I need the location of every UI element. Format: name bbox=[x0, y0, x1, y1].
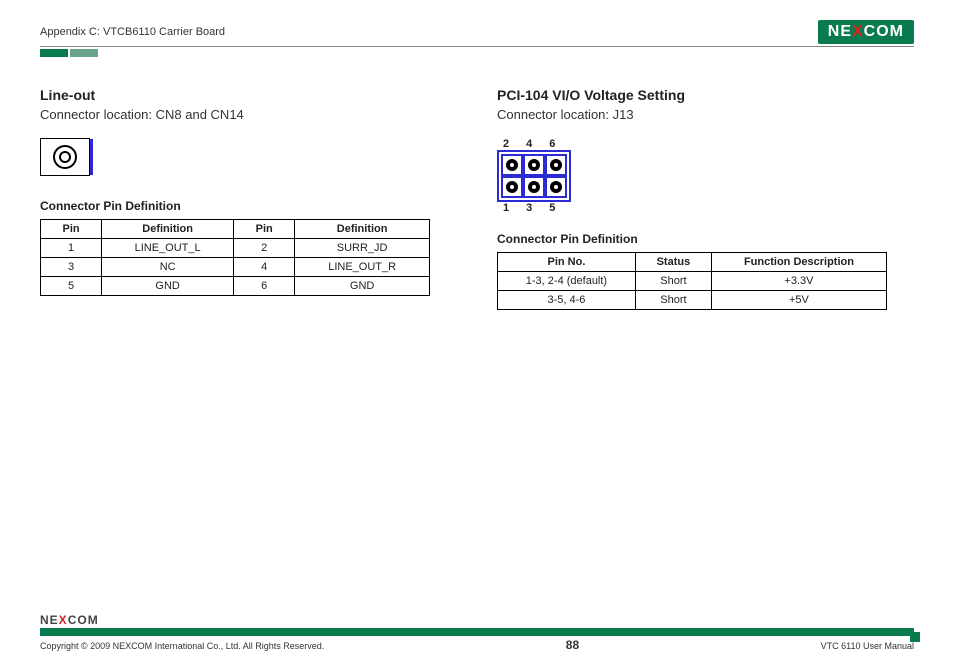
cell: SURR_JD bbox=[295, 239, 430, 258]
footer-bar bbox=[40, 628, 914, 636]
nexcom-logo-top: NEXCOM bbox=[818, 20, 914, 44]
table-row: 5 GND 6 GND bbox=[41, 277, 430, 296]
pin-label: 4 bbox=[526, 138, 532, 150]
logo-ne: NE bbox=[40, 613, 59, 627]
cell: 3-5, 4-6 bbox=[498, 291, 636, 310]
logo-com: COM bbox=[864, 23, 904, 40]
voltage-location: Connector location: J13 bbox=[497, 107, 914, 122]
cell: LINE_OUT_L bbox=[102, 239, 234, 258]
pin-label: 2 bbox=[503, 138, 509, 150]
pin-label: 1 bbox=[503, 202, 509, 214]
jumper-pin-icon bbox=[550, 181, 562, 193]
copyright-text: Copyright © 2009 NEXCOM International Co… bbox=[40, 641, 324, 651]
pin-label: 3 bbox=[526, 202, 532, 214]
voltage-pin-table: Pin No. Status Function Description 1-3,… bbox=[497, 252, 887, 310]
logo-ne: NE bbox=[828, 23, 852, 40]
col-pin: Pin bbox=[41, 220, 102, 239]
line-out-location: Connector location: CN8 and CN14 bbox=[40, 107, 457, 122]
cell: Short bbox=[635, 291, 711, 310]
table-header-row: Pin No. Status Function Description bbox=[498, 253, 887, 272]
logo-x: X bbox=[59, 613, 68, 627]
col-pinno: Pin No. bbox=[498, 253, 636, 272]
col-status: Status bbox=[635, 253, 711, 272]
col-def: Definition bbox=[295, 220, 430, 239]
col-func: Function Description bbox=[711, 253, 886, 272]
jumper-pin-icon bbox=[550, 159, 562, 171]
cell: 1-3, 2-4 (default) bbox=[498, 272, 636, 291]
line-out-section: Line-out Connector location: CN8 and CN1… bbox=[40, 87, 457, 310]
line-out-pin-table: Pin Definition Pin Definition 1 LINE_OUT… bbox=[40, 219, 430, 296]
table-header-row: Pin Definition Pin Definition bbox=[41, 220, 430, 239]
line-out-title: Line-out bbox=[40, 87, 457, 103]
table-row: 3 NC 4 LINE_OUT_R bbox=[41, 258, 430, 277]
cell: Short bbox=[635, 272, 711, 291]
manual-name: VTC 6110 User Manual bbox=[821, 641, 914, 651]
header-tab-decor bbox=[40, 49, 914, 57]
cell: +5V bbox=[711, 291, 886, 310]
col-def: Definition bbox=[102, 220, 234, 239]
cell: NC bbox=[102, 258, 234, 277]
table-row: 3-5, 4-6 Short +5V bbox=[498, 291, 887, 310]
nexcom-logo-footer: NEXCOM bbox=[40, 613, 914, 627]
logo-x: X bbox=[852, 23, 864, 40]
table-row: 1-3, 2-4 (default) Short +3.3V bbox=[498, 272, 887, 291]
cell: GND bbox=[295, 277, 430, 296]
cell: +3.3V bbox=[711, 272, 886, 291]
line-out-table-caption: Connector Pin Definition bbox=[40, 199, 457, 213]
cell: 6 bbox=[234, 277, 295, 296]
jumper-pin-icon bbox=[506, 159, 518, 171]
cell: LINE_OUT_R bbox=[295, 258, 430, 277]
jumper-pin-icon bbox=[506, 181, 518, 193]
pin-label: 5 bbox=[549, 202, 555, 214]
cell: 1 bbox=[41, 239, 102, 258]
cell: 4 bbox=[234, 258, 295, 277]
jumper-pin-icon bbox=[528, 159, 540, 171]
jumper-pin-icon bbox=[528, 181, 540, 193]
logo-com: COM bbox=[68, 613, 99, 627]
cell: 2 bbox=[234, 239, 295, 258]
voltage-table-caption: Connector Pin Definition bbox=[497, 232, 914, 246]
line-out-connector-icon bbox=[40, 138, 90, 176]
appendix-title: Appendix C: VTCB6110 Carrier Board bbox=[40, 26, 225, 38]
voltage-title: PCI-104 VI/O Voltage Setting bbox=[497, 87, 914, 103]
pin-label: 6 bbox=[549, 138, 555, 150]
page-number: 88 bbox=[566, 638, 579, 652]
col-pin: Pin bbox=[234, 220, 295, 239]
cell: 3 bbox=[41, 258, 102, 277]
voltage-section: PCI-104 VI/O Voltage Setting Connector l… bbox=[497, 87, 914, 310]
cell: 5 bbox=[41, 277, 102, 296]
cell: GND bbox=[102, 277, 234, 296]
table-row: 1 LINE_OUT_L 2 SURR_JD bbox=[41, 239, 430, 258]
jumper-j13-diagram: 2 4 6 1 bbox=[497, 138, 914, 214]
